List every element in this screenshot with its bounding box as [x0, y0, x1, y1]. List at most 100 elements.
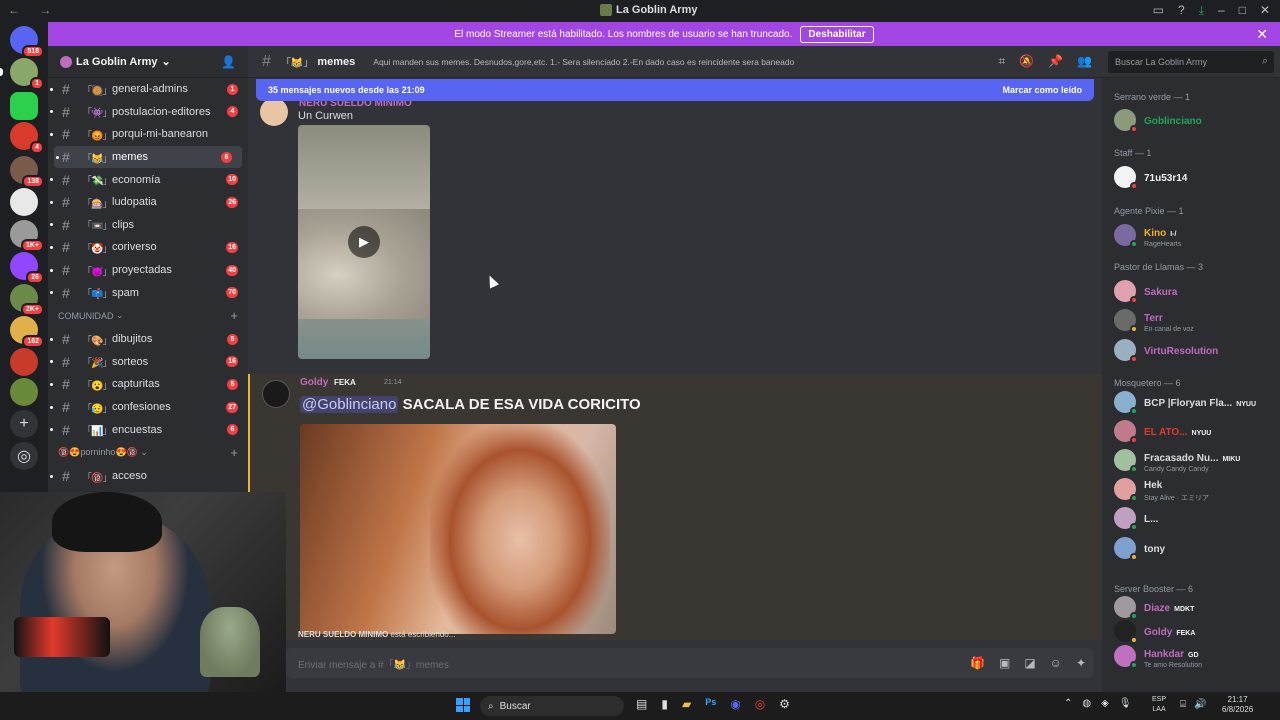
channel-item[interactable]: # 「📊」 encuestas 6	[48, 418, 248, 441]
message-input[interactable]: Enviar mensaje a #「😹」memes 🎁 ▣ ◪ ☺ ✦	[286, 648, 1094, 678]
chrome-icon[interactable]: ◎	[755, 697, 765, 711]
windows-start-icon[interactable]	[456, 698, 470, 712]
server-icon[interactable]	[10, 92, 38, 120]
app-icon[interactable]: ▮	[661, 697, 668, 711]
gift-icon[interactable]: 🎁	[970, 656, 985, 670]
gif-icon[interactable]: ▣	[999, 656, 1010, 670]
channel-item[interactable]: # 「📫」 spam 70	[48, 281, 248, 304]
app-icon[interactable]: ⚙	[779, 697, 790, 711]
member-item[interactable]: Sakura	[1114, 278, 1276, 304]
member-item[interactable]: Diaze MDKT	[1114, 594, 1276, 620]
member-item[interactable]: VirtuResolution	[1114, 337, 1276, 363]
channel-item[interactable]: # 「📼」 clips	[48, 214, 248, 237]
add-channel-icon[interactable]: +	[230, 445, 238, 460]
mark-read-button[interactable]: Marcar como leído	[1002, 85, 1082, 95]
network-icon[interactable]: ⌸	[1180, 699, 1186, 710]
server-icon[interactable]: 138	[10, 156, 44, 188]
channel-item[interactable]: # 「😮」 capturitas 5	[48, 373, 248, 396]
user-mention[interactable]: @Goblinciano	[300, 396, 399, 413]
category-comunidad[interactable]: COMUNIDAD ⌄ +	[48, 304, 248, 328]
member-item[interactable]: Goblinciano	[1114, 107, 1276, 133]
channel-item[interactable]: # 「😥」 confesiones 27	[48, 396, 248, 419]
invite-icon[interactable]: 👤	[221, 55, 236, 69]
discover-icon[interactable]: ◎	[10, 442, 38, 470]
member-item[interactable]: tony	[1114, 535, 1276, 561]
disable-streamer-button[interactable]: Deshabilitar	[800, 25, 874, 43]
member-item[interactable]: L...	[1114, 505, 1276, 531]
channel-item[interactable]: # 「💸」 economía 10	[48, 168, 248, 191]
channel-item[interactable]: # 「🎉」 sorteos 16	[48, 351, 248, 374]
message-author[interactable]: Goldy	[300, 377, 328, 388]
task-view-icon[interactable]: ▤	[636, 697, 647, 711]
server-icon[interactable]: 1K+	[10, 220, 44, 252]
server-icon[interactable]: 2K+	[10, 284, 44, 316]
help-icon[interactable]: ?	[1178, 3, 1185, 18]
category-porninho[interactable]: 🔞😍porninho😍🔞 ⌄ +	[48, 441, 248, 465]
channel-item[interactable]: # 「🔞」 acceso	[48, 465, 248, 488]
channel-topic[interactable]: Aqui manden sus memes. Desnudos,gore,etc…	[373, 57, 794, 67]
member-item[interactable]: Terr En canal de voz	[1114, 307, 1276, 333]
apps-icon[interactable]: ✦	[1076, 656, 1086, 670]
member-item[interactable]: BCP |Floryan Fla... NYUU	[1114, 389, 1276, 415]
taskbar-search[interactable]: ⌕ Buscar	[480, 696, 624, 716]
channel-item[interactable]: # 「🥘」 general-admins 1	[48, 78, 248, 101]
video-attachment[interactable]: ▶	[298, 125, 430, 359]
channel-item[interactable]: # 「😹」 memes 6	[54, 145, 242, 169]
download-icon[interactable]: ⤓	[1199, 3, 1204, 18]
member-item[interactable]: 71u53r14	[1114, 164, 1276, 190]
avatar[interactable]	[262, 380, 290, 408]
mic-icon[interactable]: 🎙	[1119, 698, 1132, 709]
member-item[interactable]: EL ATO... NYUU	[1114, 418, 1276, 444]
sticker-icon[interactable]: ◪	[1024, 656, 1035, 670]
channel-item[interactable]: # 「🎰」 ludopatia 26	[48, 191, 248, 214]
threads-icon[interactable]: ⌗	[998, 54, 1005, 69]
language-indicator[interactable]: ESP LAA	[1152, 695, 1166, 715]
member-item[interactable]: Goldy FEKA	[1114, 618, 1276, 644]
photoshop-icon[interactable]: Ps	[705, 697, 716, 711]
server-icon[interactable]: 4	[10, 122, 44, 154]
discord-taskbar-icon[interactable]: ◉	[730, 697, 740, 711]
member-item[interactable]: Kino I-/ RageHearts	[1114, 222, 1276, 248]
file-explorer-icon[interactable]: ▰	[682, 697, 691, 711]
close-button[interactable]: ✕	[1260, 3, 1270, 18]
mute-icon[interactable]: 🔕	[1019, 54, 1034, 69]
guild-tag: I-/	[1170, 230, 1177, 238]
member-item[interactable]: Hankdar GD Te amo Resolution	[1114, 643, 1276, 669]
tray-app-icon[interactable]: ◍	[1082, 698, 1091, 709]
volume-icon[interactable]: 🔊	[1194, 699, 1206, 710]
tray-app-icon[interactable]: ◈	[1101, 698, 1109, 709]
member-name: VirtuResolution	[1144, 346, 1219, 357]
search-input[interactable]: Buscar La Goblin Army ⌕	[1108, 51, 1274, 73]
channel-item[interactable]: # 「👾」 postulacion-editores 4	[48, 101, 248, 124]
close-banner-icon[interactable]: ✕	[1256, 26, 1268, 43]
server-header[interactable]: La Goblin Army ⌄ 👤	[48, 46, 248, 78]
tray-chevron-icon[interactable]: ⌃	[1064, 698, 1072, 709]
image-attachment[interactable]	[300, 424, 616, 634]
avatar[interactable]	[260, 98, 288, 126]
back-forward-nav[interactable]: ← →	[8, 3, 59, 17]
inbox-icon[interactable]: ▭	[1153, 3, 1164, 18]
add-server-icon[interactable]: +	[10, 410, 38, 438]
direct-messages-icon[interactable]: 518	[10, 26, 44, 58]
member-item[interactable]: Hek Stay Alive · エミリア	[1114, 476, 1276, 502]
clock[interactable]: 21:17 6/8/2026	[1222, 695, 1253, 715]
server-icon[interactable]	[10, 348, 38, 376]
server-icon[interactable]	[10, 378, 38, 406]
server-icon[interactable]: 1	[0, 58, 44, 90]
minimize-button[interactable]: –	[1218, 3, 1225, 18]
pin-icon[interactable]: 📌	[1048, 54, 1063, 69]
server-icon[interactable]	[10, 188, 38, 216]
server-icon[interactable]: 162	[10, 316, 44, 348]
members-icon[interactable]: 👥	[1077, 54, 1092, 69]
member-item[interactable]: Fracasado Nu... MIKU Candy Candy Candy	[1114, 447, 1276, 473]
play-icon[interactable]: ▶	[348, 226, 380, 258]
maximize-button[interactable]: □	[1239, 3, 1246, 18]
channel-item[interactable]: # 「🤡」 coriverso 16	[48, 236, 248, 259]
channel-item[interactable]: # 「🎨」 dibujitos 5	[48, 328, 248, 351]
emoji-icon[interactable]: ☺	[1050, 656, 1062, 670]
channel-item[interactable]: # 「😡」 porqui-mi-banearon	[48, 123, 248, 146]
add-channel-icon[interactable]: +	[230, 308, 238, 323]
new-messages-bar[interactable]: 35 mensajes nuevos desde las 21:09 Marca…	[256, 79, 1094, 101]
twitch-server-icon[interactable]: 26	[10, 252, 44, 284]
channel-item[interactable]: # 「😈」 proyectadas 40	[48, 259, 248, 282]
